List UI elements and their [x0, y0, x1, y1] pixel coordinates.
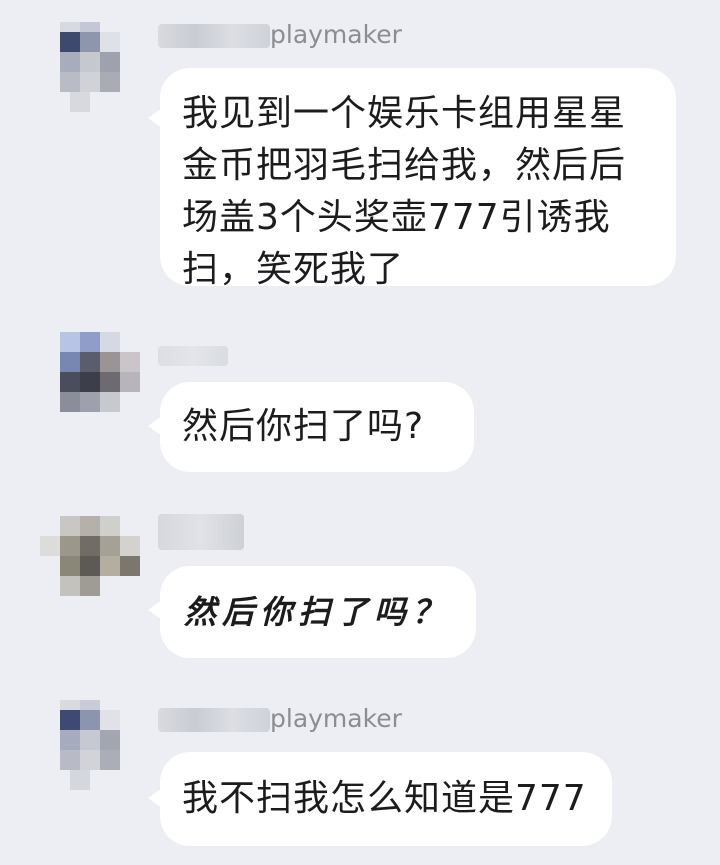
sender-name-blur — [158, 708, 270, 732]
message-bubble[interactable]: 我不扫我怎么知道是777 — [148, 752, 612, 846]
bubble-tail — [148, 788, 162, 808]
avatar[interactable] — [40, 700, 140, 800]
message-text: 我不扫我怎么知道是777 — [182, 778, 587, 819]
sender-name[interactable]: playmaker — [270, 704, 402, 733]
message-4: playmaker 我不扫我怎么知道是777 — [0, 0, 720, 865]
